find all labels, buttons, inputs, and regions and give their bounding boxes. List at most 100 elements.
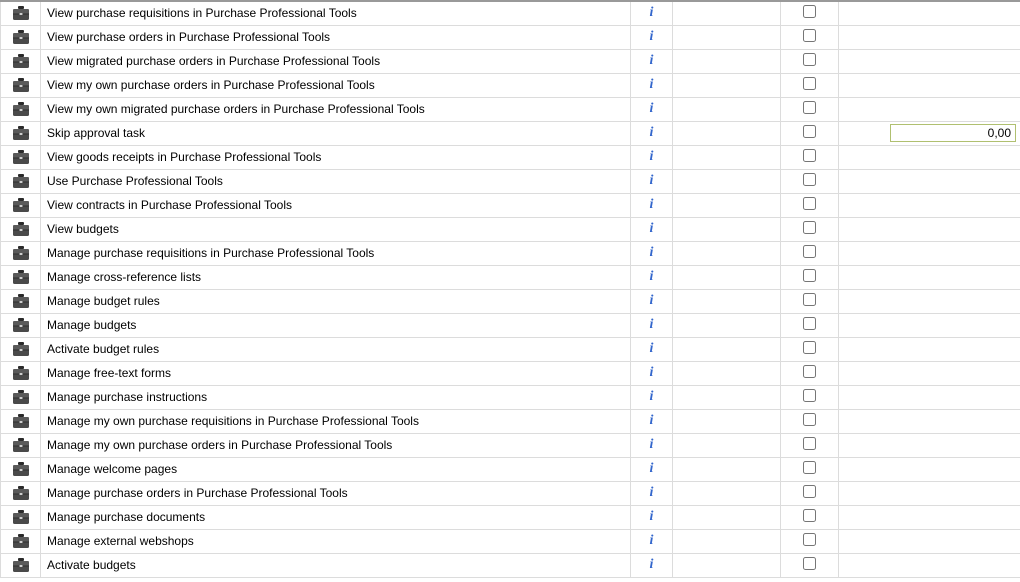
value-cell — [839, 241, 1020, 265]
info-icon[interactable]: i — [650, 197, 654, 212]
permission-checkbox[interactable] — [803, 77, 816, 90]
value-cell — [839, 1, 1020, 25]
permission-checkbox[interactable] — [803, 413, 816, 426]
permission-checkbox[interactable] — [803, 389, 816, 402]
value-cell — [839, 145, 1020, 169]
value-cell — [839, 193, 1020, 217]
info-icon[interactable]: i — [650, 269, 654, 284]
permission-name: Manage cross-reference lists — [41, 265, 631, 289]
value-cell — [839, 433, 1020, 457]
permission-checkbox[interactable] — [803, 221, 816, 234]
info-icon[interactable]: i — [650, 437, 654, 452]
table-row: View contracts in Purchase Professional … — [1, 193, 1020, 217]
permission-name: View purchase requisitions in Purchase P… — [41, 1, 631, 25]
blank-cell — [673, 385, 781, 409]
permission-name: View contracts in Purchase Professional … — [41, 193, 631, 217]
info-icon[interactable]: i — [650, 365, 654, 380]
permission-checkbox[interactable] — [803, 317, 816, 330]
briefcase-icon — [1, 145, 41, 169]
permission-name: Manage free-text forms — [41, 361, 631, 385]
permission-checkbox[interactable] — [803, 485, 816, 498]
permission-checkbox[interactable] — [803, 557, 816, 570]
info-icon[interactable]: i — [650, 29, 654, 44]
value-cell — [839, 529, 1020, 553]
blank-cell — [673, 409, 781, 433]
permission-checkbox[interactable] — [803, 125, 816, 138]
blank-cell — [673, 313, 781, 337]
permission-checkbox[interactable] — [803, 197, 816, 210]
table-row: View purchase orders in Purchase Profess… — [1, 25, 1020, 49]
info-icon[interactable]: i — [650, 293, 654, 308]
info-icon[interactable]: i — [650, 173, 654, 188]
table-row: Skip approval task i — [1, 121, 1020, 145]
permission-name: View migrated purchase orders in Purchas… — [41, 49, 631, 73]
permission-name: Manage purchase requisitions in Purchase… — [41, 241, 631, 265]
value-input[interactable] — [890, 124, 1016, 142]
value-cell — [839, 457, 1020, 481]
permission-checkbox[interactable] — [803, 173, 816, 186]
permission-checkbox[interactable] — [803, 53, 816, 66]
permission-checkbox[interactable] — [803, 437, 816, 450]
permission-name: Manage budget rules — [41, 289, 631, 313]
info-icon[interactable]: i — [650, 221, 654, 236]
permission-checkbox[interactable] — [803, 365, 816, 378]
blank-cell — [673, 25, 781, 49]
blank-cell — [673, 49, 781, 73]
permission-name: Use Purchase Professional Tools — [41, 169, 631, 193]
permission-checkbox[interactable] — [803, 509, 816, 522]
value-cell — [839, 169, 1020, 193]
info-icon[interactable]: i — [650, 341, 654, 356]
permission-name: Skip approval task — [41, 121, 631, 145]
info-icon[interactable]: i — [650, 533, 654, 548]
value-cell — [839, 121, 1020, 145]
info-icon[interactable]: i — [650, 101, 654, 116]
permission-checkbox[interactable] — [803, 101, 816, 114]
table-row: View goods receipts in Purchase Professi… — [1, 145, 1020, 169]
info-icon[interactable]: i — [650, 149, 654, 164]
info-icon[interactable]: i — [650, 5, 654, 20]
permission-checkbox[interactable] — [803, 533, 816, 546]
info-icon[interactable]: i — [650, 317, 654, 332]
value-cell — [839, 289, 1020, 313]
permission-checkbox[interactable] — [803, 29, 816, 42]
table-row: Manage my own purchase requisitions in P… — [1, 409, 1020, 433]
permission-checkbox[interactable] — [803, 149, 816, 162]
info-icon[interactable]: i — [650, 461, 654, 476]
info-icon[interactable]: i — [650, 485, 654, 500]
permission-name: Manage purchase instructions — [41, 385, 631, 409]
value-cell — [839, 217, 1020, 241]
briefcase-icon — [1, 73, 41, 97]
blank-cell — [673, 457, 781, 481]
info-icon[interactable]: i — [650, 413, 654, 428]
briefcase-icon — [1, 385, 41, 409]
permissions-table: View purchase requisitions in Purchase P… — [0, 0, 1020, 578]
info-icon[interactable]: i — [650, 557, 654, 572]
blank-cell — [673, 193, 781, 217]
briefcase-icon — [1, 457, 41, 481]
table-row: Manage my own purchase orders in Purchas… — [1, 433, 1020, 457]
permission-checkbox[interactable] — [803, 269, 816, 282]
info-icon[interactable]: i — [650, 509, 654, 524]
blank-cell — [673, 361, 781, 385]
permission-checkbox[interactable] — [803, 293, 816, 306]
info-icon[interactable]: i — [650, 125, 654, 140]
value-cell — [839, 265, 1020, 289]
info-icon[interactable]: i — [650, 245, 654, 260]
permission-checkbox[interactable] — [803, 5, 816, 18]
briefcase-icon — [1, 169, 41, 193]
permission-checkbox[interactable] — [803, 245, 816, 258]
permission-name: View my own migrated purchase orders in … — [41, 97, 631, 121]
permission-name: Activate budget rules — [41, 337, 631, 361]
value-cell — [839, 97, 1020, 121]
info-icon[interactable]: i — [650, 53, 654, 68]
briefcase-icon — [1, 289, 41, 313]
info-icon[interactable]: i — [650, 77, 654, 92]
permission-checkbox[interactable] — [803, 341, 816, 354]
briefcase-icon — [1, 25, 41, 49]
table-row: View migrated purchase orders in Purchas… — [1, 49, 1020, 73]
blank-cell — [673, 553, 781, 577]
permission-checkbox[interactable] — [803, 461, 816, 474]
permission-name: View budgets — [41, 217, 631, 241]
blank-cell — [673, 121, 781, 145]
info-icon[interactable]: i — [650, 389, 654, 404]
